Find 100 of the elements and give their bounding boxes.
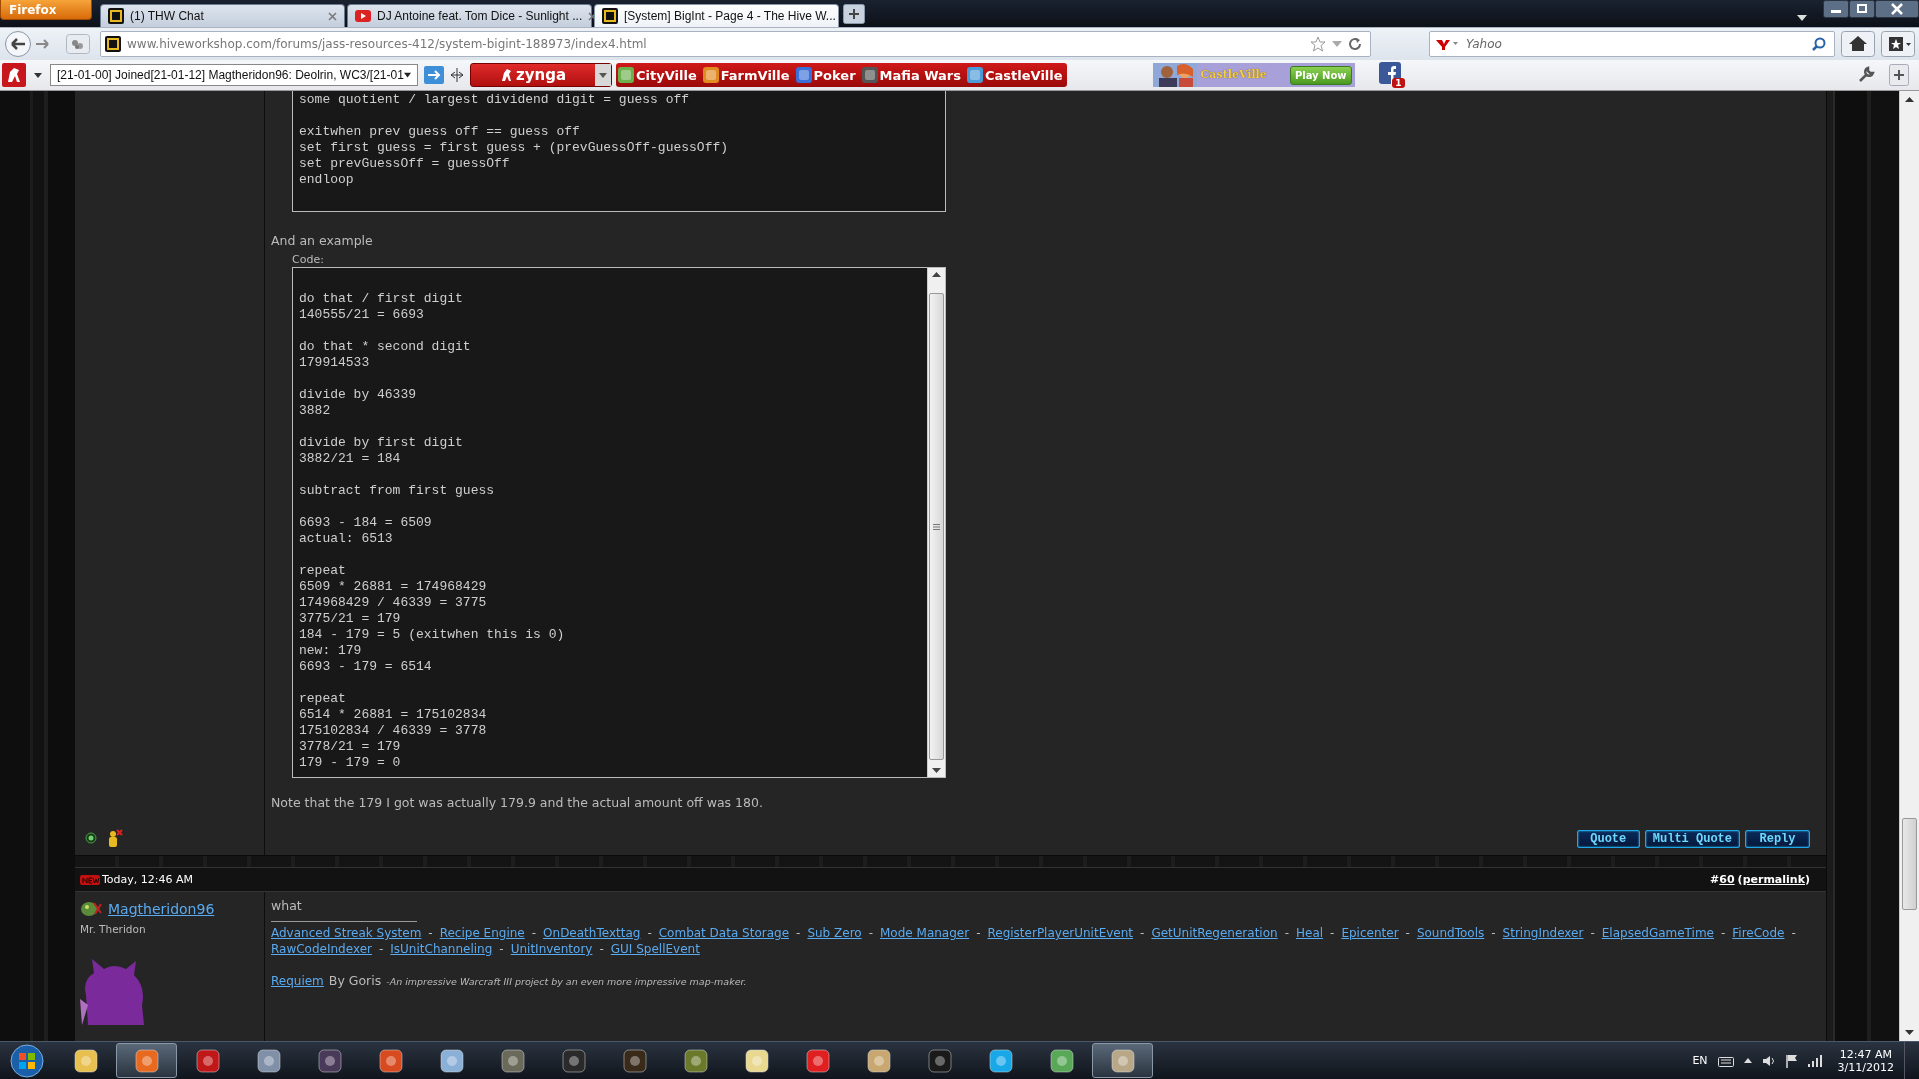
app-icon bbox=[133, 1047, 160, 1074]
bookmark-star-icon[interactable] bbox=[1310, 36, 1326, 52]
dog-icon bbox=[499, 68, 512, 82]
permalink-link[interactable]: permalink bbox=[1742, 873, 1805, 886]
signature-link[interactable]: Heal bbox=[1296, 926, 1324, 940]
code-line: 6514 * 26881 = 175102834 bbox=[299, 707, 488, 723]
signature-link[interactable]: Combat Data Storage bbox=[658, 926, 790, 940]
separator-dash: - bbox=[1140, 926, 1145, 940]
bookmarks-icon[interactable] bbox=[1881, 31, 1915, 57]
site-icon bbox=[105, 36, 121, 52]
grip-icon[interactable] bbox=[933, 523, 940, 530]
separator-dash: - bbox=[428, 926, 433, 940]
news-dropdown[interactable]: [21-01-00] Joined[21-01-12] Magtheridon96: Deolrin, WC3/[21-01 bbox=[50, 64, 418, 86]
username-link[interactable]: Magtheridon96 bbox=[108, 901, 215, 917]
code-line: 184 - 179 = 5 (exitwhen this is 0) bbox=[299, 627, 566, 643]
new-tab-icon[interactable] bbox=[843, 3, 865, 24]
caret-icon[interactable] bbox=[34, 72, 42, 78]
signature-link[interactable]: IsUnitChanneling bbox=[390, 942, 493, 956]
flag-icon[interactable] bbox=[1785, 1053, 1798, 1068]
code-scrollbar[interactable] bbox=[927, 268, 945, 777]
signature-link[interactable]: UnitInventory bbox=[510, 942, 593, 956]
maximize-icon[interactable] bbox=[1849, 0, 1875, 18]
search-icon[interactable] bbox=[1812, 37, 1826, 51]
ticker-text: [21-01-00] Joined[21-01-12] Magtheridon96: Deolrin, WC3/[21-01 bbox=[57, 68, 404, 82]
tab-title: [System] BigInt - Page 4 - The Hive W... bbox=[624, 9, 836, 23]
app-icon bbox=[499, 1047, 526, 1074]
facebook-icon[interactable] bbox=[1378, 62, 1401, 84]
reload-icon[interactable] bbox=[1348, 37, 1362, 51]
signature-link[interactable]: Mode Manager bbox=[880, 926, 970, 940]
code-line: subtract from first guess bbox=[299, 483, 496, 499]
post-button[interactable]: Reply bbox=[1745, 830, 1810, 848]
browser-tab[interactable]: (1) THW Chat bbox=[100, 4, 345, 27]
address-field[interactable]: www.hiveworkshop.com/forums/jass-resources-412/system-bigint-188973/index4.html bbox=[100, 31, 1371, 57]
post-number-link[interactable]: 60 bbox=[1719, 873, 1735, 886]
signature-link[interactable]: OnDeathTexttag bbox=[543, 926, 641, 940]
post-button[interactable]: Multi Quote bbox=[1644, 830, 1740, 848]
post-button[interactable]: Quote bbox=[1576, 830, 1640, 848]
home-icon[interactable] bbox=[1841, 31, 1875, 57]
signature-link[interactable]: Recipe Engine bbox=[439, 926, 525, 940]
app-icon bbox=[438, 1047, 465, 1074]
separator-dash: - bbox=[1791, 926, 1796, 940]
game-button[interactable]: FarmVille bbox=[700, 63, 794, 87]
tab-title: DJ Antoine feat. Tom Dice - Sunlight ... bbox=[377, 9, 583, 23]
separator-dash: - bbox=[976, 926, 981, 940]
start-button-icon[interactable] bbox=[9, 1042, 45, 1079]
down-arrow-icon[interactable] bbox=[1905, 1030, 1914, 1035]
signature-link[interactable]: RegisterPlayerUnitEvent bbox=[987, 926, 1134, 940]
identity-icon[interactable] bbox=[66, 34, 90, 54]
separator-dash: - bbox=[1330, 926, 1335, 940]
app-icon bbox=[987, 1047, 1014, 1074]
up-arrow-icon[interactable] bbox=[1743, 1058, 1752, 1063]
signature-link[interactable]: Epicenter bbox=[1341, 926, 1399, 940]
rank-icon bbox=[80, 901, 102, 917]
signature-link[interactable]: GUI SpellEvent bbox=[610, 942, 700, 956]
number-sign: # bbox=[1710, 873, 1720, 886]
resize-handle-icon[interactable] bbox=[450, 66, 464, 84]
signature-link[interactable]: SoundTools bbox=[1416, 926, 1485, 940]
close-icon[interactable] bbox=[1875, 0, 1919, 18]
down-arrow-icon[interactable] bbox=[932, 768, 941, 773]
taskbar-button[interactable] bbox=[1092, 1043, 1153, 1078]
game-button[interactable]: CityVille bbox=[616, 63, 701, 87]
game-button[interactable]: Mafia Wars bbox=[859, 63, 965, 87]
brand-dropdown[interactable]: zynga bbox=[470, 63, 612, 87]
signature-link[interactable]: Advanced Streak System bbox=[271, 926, 422, 940]
clock-date[interactable]: 3/11/2012 bbox=[1837, 1060, 1894, 1074]
code-line: set prevGuessOff = guessOff bbox=[299, 156, 511, 172]
code-line: 179914533 bbox=[299, 355, 371, 371]
minimize-icon[interactable] bbox=[1823, 0, 1849, 18]
signal-icon[interactable] bbox=[1807, 1054, 1822, 1067]
speaker-icon[interactable] bbox=[1761, 1054, 1776, 1067]
wrench-icon[interactable] bbox=[1857, 66, 1875, 84]
signature-link[interactable]: FireCode bbox=[1732, 926, 1785, 940]
add-icon[interactable] bbox=[1889, 64, 1909, 86]
up-arrow-icon[interactable] bbox=[1905, 97, 1914, 102]
up-arrow-icon[interactable] bbox=[932, 272, 941, 277]
game-button[interactable]: CastleVille bbox=[965, 63, 1067, 87]
game-icon bbox=[967, 67, 983, 83]
code-line: do that / first digit bbox=[299, 291, 464, 307]
signature-link[interactable]: ElapsedGameTime bbox=[1601, 926, 1714, 940]
signature-link[interactable]: GetUnitRegeneration bbox=[1151, 926, 1278, 940]
scrollbar-thumb[interactable] bbox=[1902, 818, 1917, 910]
caret-icon[interactable] bbox=[1797, 14, 1807, 21]
caret-icon bbox=[595, 64, 611, 86]
project-link[interactable]: Requiem bbox=[271, 974, 324, 988]
page-scrollbar[interactable] bbox=[1899, 91, 1919, 1041]
clock-time[interactable]: 12:47 AM bbox=[1839, 1047, 1892, 1061]
signature-link[interactable]: RawCodeIndexer bbox=[271, 942, 372, 956]
browser-tab[interactable]: DJ Antoine feat. Tom Dice - Sunlight ... bbox=[347, 4, 592, 27]
language-indicator[interactable]: EN bbox=[1692, 1054, 1708, 1067]
author-credit: By Goris bbox=[328, 973, 382, 988]
taskbar-button[interactable] bbox=[116, 1043, 177, 1078]
search-field[interactable]: Yahoo bbox=[1429, 31, 1835, 57]
code-line: 174968429 / 46339 = 3775 bbox=[299, 595, 488, 611]
site-icon bbox=[602, 8, 618, 24]
signature-link[interactable]: Sub Zero bbox=[807, 926, 862, 940]
game-button[interactable]: Poker bbox=[793, 63, 860, 87]
signature-link[interactable]: StringIndexer bbox=[1502, 926, 1584, 940]
dog-icon[interactable] bbox=[2, 63, 26, 87]
app-icon bbox=[1048, 1047, 1075, 1074]
keyboard-icon[interactable] bbox=[1717, 1054, 1734, 1067]
